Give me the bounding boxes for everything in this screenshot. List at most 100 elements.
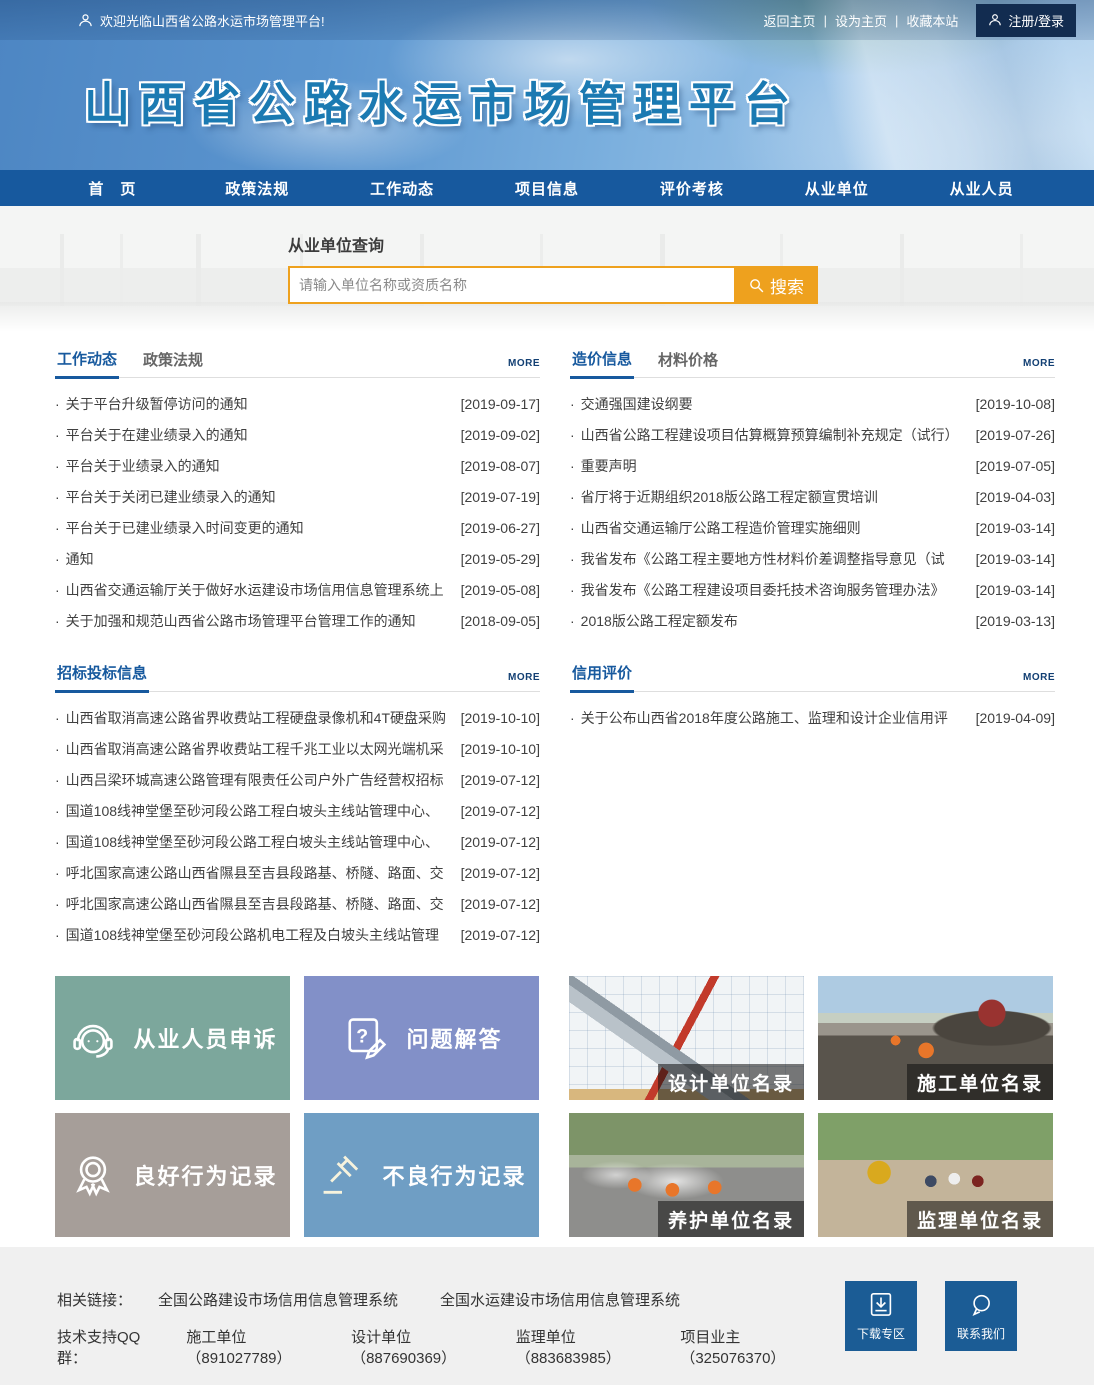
gallery-supervision-directory[interactable]: 监理单位名录 [818,1113,1053,1237]
news-item[interactable]: ·我省发布《公路工程建设项目委托技术咨询服务管理办法》[2019-03-14] [570,574,1055,605]
news-title[interactable]: 山西吕梁环城高速公路管理有限责任公司户外广告经营权招标 [66,770,455,790]
news-item[interactable]: ·呼北国家高速公路山西省隰县至吉县段路基、桥隧、路面、交[2019-07-12] [55,888,540,919]
news-item[interactable]: ·关于平台升级暂停访问的通知[2019-09-17] [55,388,540,419]
news-item[interactable]: ·省厅将于近期组织2018版公路工程定额宣贯培训[2019-04-03] [570,481,1055,512]
contact-us-button[interactable]: 联系我们 [945,1281,1017,1351]
topbar-links: 返回主页| 设为主页| 收藏本站 注册/登录 [764,4,1076,37]
gallery-caption: 监理单位名录 [907,1201,1053,1237]
tab-policy[interactable]: 政策法规 [141,349,205,377]
news-title[interactable]: 省厅将于近期组织2018版公路工程定额宣贯培训 [581,487,970,507]
news-item[interactable]: ·山西省公路工程建设项目估算概算预算编制补充规定（试行）[2019-07-26] [570,419,1055,450]
news-item[interactable]: ·2018版公路工程定额发布[2019-03-13] [570,605,1055,636]
tab-work-news[interactable]: 工作动态 [55,348,119,379]
news-item[interactable]: ·交通强国建设纲要[2019-10-08] [570,388,1055,419]
quick-link-personnel-appeal[interactable]: 从业人员申诉 [55,976,290,1100]
link-return-home[interactable]: 返回主页 [764,11,816,30]
news-item[interactable]: ·平台关于在建业绩录入的通知[2019-09-02] [55,419,540,450]
link-bookmark[interactable]: 收藏本站 [906,11,958,30]
news-date: [2019-07-19] [461,489,540,505]
news-title[interactable]: 平台关于关闭已建业绩录入的通知 [66,487,455,507]
news-title[interactable]: 山西省取消高速公路省界收费站工程千兆工业以太网光端机采 [66,739,455,759]
news-title[interactable]: 我省发布《公路工程主要地方性材料价差调整指导意见（试 [581,549,970,569]
search-button[interactable]: 搜索 [734,266,818,304]
related-link-waterway[interactable]: 全国水运建设市场信用信息管理系统 [440,1289,680,1310]
gallery-design-directory[interactable]: 设计单位名录 [569,976,804,1100]
tab-bidding[interactable]: 招标投标信息 [55,662,149,693]
nav-item-home[interactable]: 首 页 [40,170,185,206]
nav-item-personnel[interactable]: 从业人员 [909,170,1054,206]
bullet: · [55,582,60,598]
nav-item-projects[interactable]: 项目信息 [475,170,620,206]
news-item[interactable]: ·山西省取消高速公路省界收费站工程硬盘录像机和4T硬盘采购[2019-10-10… [55,702,540,733]
news-title[interactable]: 山西省交通运输厅公路工程造价管理实施细则 [581,518,970,538]
news-title[interactable]: 关于加强和规范山西省公路市场管理平台管理工作的通知 [66,611,455,631]
register-login-button[interactable]: 注册/登录 [976,4,1076,37]
news-title[interactable]: 国道108线神堂堡至砂河段公路工程白坡头主线站管理中心、 [66,801,455,821]
quick-link-bad-records[interactable]: 不良行为记录 [304,1113,539,1237]
news-title[interactable]: 平台关于业绩录入的通知 [66,456,455,476]
related-link-highway[interactable]: 全国公路建设市场信用信息管理系统 [158,1289,398,1310]
news-title[interactable]: 国道108线神堂堡至砂河段公路工程白坡头主线站管理中心、 [66,832,455,852]
news-item[interactable]: ·平台关于已建业绩录入时间变更的通知[2019-06-27] [55,512,540,543]
news-title[interactable]: 呼北国家高速公路山西省隰县至吉县段路基、桥隧、路面、交 [66,894,455,914]
more-link-credit[interactable]: MORE [1023,672,1055,691]
nav-item-companies[interactable]: 从业单位 [764,170,909,206]
news-item[interactable]: ·平台关于业绩录入的通知[2019-08-07] [55,450,540,481]
news-item[interactable]: ·平台关于关闭已建业绩录入的通知[2019-07-19] [55,481,540,512]
tab-credit[interactable]: 信用评价 [570,662,634,693]
news-title[interactable]: 关于平台升级暂停访问的通知 [66,394,455,414]
more-link-cost[interactable]: MORE [1023,358,1055,377]
tab-cost-info[interactable]: 造价信息 [570,348,634,379]
news-title[interactable]: 山西省取消高速公路省界收费站工程硬盘录像机和4T硬盘采购 [66,708,455,728]
headset-icon [67,1012,119,1064]
quick-link-good-records[interactable]: 良好行为记录 [55,1113,290,1237]
news-title[interactable]: 国道108线神堂堡至砂河段公路机电工程及白坡头主线站管理 [66,925,455,945]
more-link-bidding[interactable]: MORE [508,672,540,691]
search-input[interactable] [288,266,734,304]
gallery-grid: 设计单位名录 施工单位名录 养护单位名录 监理单位名录 [569,976,1053,1237]
news-item[interactable]: ·关于公布山西省2018年度公路施工、监理和设计企业信用评[2019-04-09… [570,702,1055,733]
gallery-construction-directory[interactable]: 施工单位名录 [818,976,1053,1100]
news-date: [2019-03-13] [976,613,1055,629]
news-item[interactable]: ·国道108线神堂堡至砂河段公路机电工程及白坡头主线站管理[2019-07-12… [55,919,540,950]
news-item[interactable]: ·山西省取消高速公路省界收费站工程千兆工业以太网光端机采[2019-10-10] [55,733,540,764]
news-title[interactable]: 平台关于在建业绩录入的通知 [66,425,455,445]
welcome-text: 欢迎光临山西省公路水运市场管理平台! [100,11,325,30]
download-zone-button[interactable]: 下载专区 [845,1281,917,1351]
news-item[interactable]: ·我省发布《公路工程主要地方性材料价差调整指导意见（试[2019-03-14] [570,543,1055,574]
news-item[interactable]: ·关于加强和规范山西省公路市场管理平台管理工作的通知[2018-09-05] [55,605,540,636]
bullet: · [570,520,575,536]
news-title[interactable]: 2018版公路工程定额发布 [581,611,970,631]
more-link-work[interactable]: MORE [508,358,540,377]
bullet: · [55,551,60,567]
news-title[interactable]: 交通强国建设纲要 [581,394,970,414]
quick-link-question-answer[interactable]: ? 问题解答 [304,976,539,1100]
gallery-maintenance-directory[interactable]: 养护单位名录 [569,1113,804,1237]
news-item[interactable]: ·山西省交通运输厅关于做好水运建设市场信用信息管理系统上[2019-05-08] [55,574,540,605]
news-item[interactable]: ·国道108线神堂堡至砂河段公路工程白坡头主线站管理中心、[2019-07-12… [55,795,540,826]
quick-link-label: 从业人员申诉 [133,1022,277,1054]
news-title[interactable]: 呼北国家高速公路山西省隰县至吉县段路基、桥隧、路面、交 [66,863,455,883]
nav-item-work-news[interactable]: 工作动态 [330,170,475,206]
nav-item-policy[interactable]: 政策法规 [185,170,330,206]
news-title[interactable]: 关于公布山西省2018年度公路施工、监理和设计企业信用评 [581,708,970,728]
bullet: · [570,710,575,726]
bullet: · [570,427,575,443]
news-item[interactable]: ·通知[2019-05-29] [55,543,540,574]
news-title[interactable]: 平台关于已建业绩录入时间变更的通知 [66,518,455,538]
news-item[interactable]: ·呼北国家高速公路山西省隰县至吉县段路基、桥隧、路面、交[2019-07-12] [55,857,540,888]
news-item[interactable]: ·山西吕梁环城高速公路管理有限责任公司户外广告经营权招标[2019-07-12] [55,764,540,795]
gallery-caption: 施工单位名录 [907,1064,1053,1100]
news-item[interactable]: ·重要声明[2019-07-05] [570,450,1055,481]
news-title[interactable]: 重要声明 [581,456,970,476]
nav-item-evaluation[interactable]: 评价考核 [619,170,764,206]
news-title[interactable]: 通知 [66,549,455,569]
link-set-home[interactable]: 设为主页 [835,11,887,30]
news-title[interactable]: 山西省公路工程建设项目估算概算预算编制补充规定（试行） [581,425,970,445]
tab-material-price[interactable]: 材料价格 [656,349,720,377]
news-item[interactable]: ·国道108线神堂堡至砂河段公路工程白坡头主线站管理中心、[2019-07-12… [55,826,540,857]
news-item[interactable]: ·山西省交通运输厅公路工程造价管理实施细则[2019-03-14] [570,512,1055,543]
news-title[interactable]: 山西省交通运输厅关于做好水运建设市场信用信息管理系统上 [66,580,455,600]
news-title[interactable]: 我省发布《公路工程建设项目委托技术咨询服务管理办法》 [581,580,970,600]
news-date: [2019-07-12] [461,772,540,788]
